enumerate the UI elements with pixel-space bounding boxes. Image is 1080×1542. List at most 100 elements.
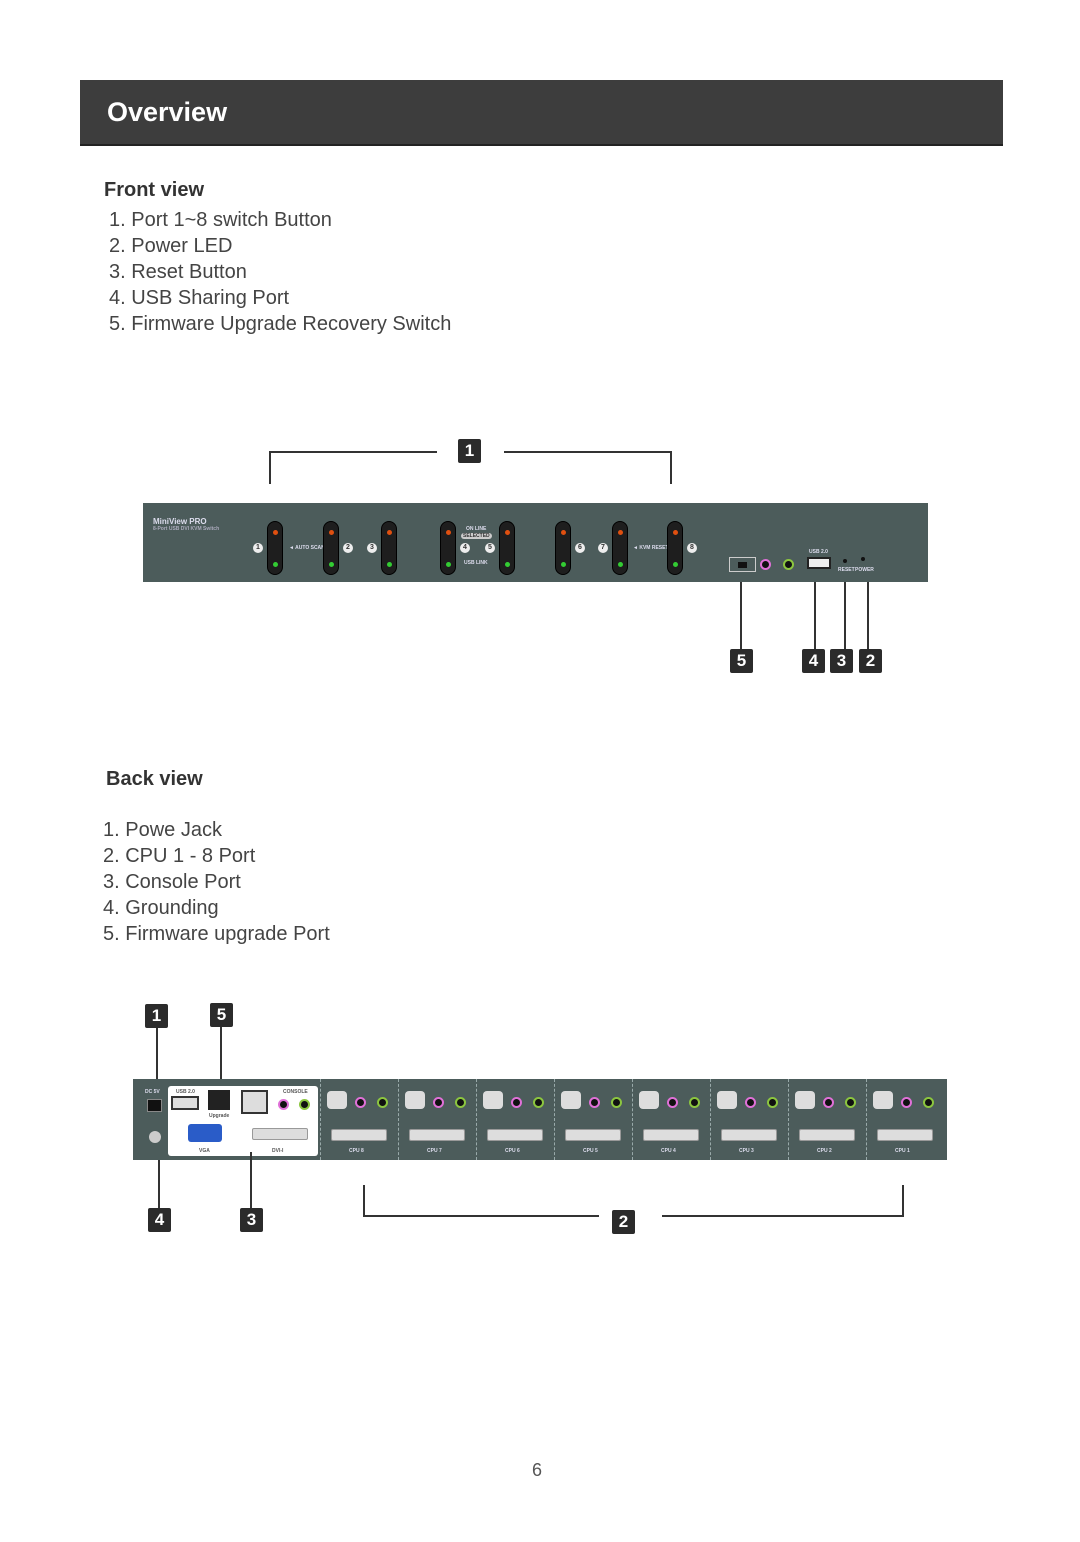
cpu-usb-port [483,1091,503,1109]
callout-5: 5 [210,1003,233,1027]
list-item: 5. Firmware Upgrade Recovery Switch [109,313,452,335]
dvi-label: DVI-I [272,1148,284,1154]
cpu-usb-port [561,1091,581,1109]
usb-led [387,562,392,567]
upgrade-label: Upgrade [209,1113,230,1119]
port-4-switch-button[interactable] [440,521,456,575]
cpu-port-section: CPU 4 [632,1079,710,1160]
speaker-jack [689,1097,700,1108]
port-7-switch-button[interactable] [612,521,628,575]
bracket-line [504,451,672,453]
callout-line [158,1160,160,1208]
callout-line [814,582,816,649]
list-item: 4. USB Sharing Port [109,287,290,309]
cpu-usb-port [327,1091,347,1109]
cpu-dvi-port [565,1129,621,1141]
port-number: 1 [253,543,263,553]
mic-jack [589,1097,600,1108]
usb-led [329,562,334,567]
back-view-heading: Back view [106,768,203,790]
console-section: USB 2.0 Upgrade CONSOLE VGA DVI-I [168,1086,318,1156]
speaker-jack [767,1097,778,1108]
cpu-usb-port [717,1091,737,1109]
power-label: POWER [855,567,874,573]
section-header: Overview [80,80,1003,146]
speaker-jack [455,1097,466,1108]
mic-jack [433,1097,444,1108]
usb-link-label: USB LINK [464,560,488,566]
model-label: 8-Port USB DVI KVM Switch [153,526,220,532]
list-item: 3. Reset Button [109,261,247,283]
callout-1: 1 [145,1004,168,1028]
callout-line [220,1027,222,1087]
port-1-switch-button[interactable] [267,521,283,575]
bracket-line [670,451,672,484]
usb-led [446,562,451,567]
port-8-switch-button[interactable] [667,521,683,575]
cpu-port-section: CPU 6 [476,1079,554,1160]
list-item: 2. Power LED [109,235,233,257]
cpu-label: CPU 8 [349,1148,364,1154]
cpu-dvi-port [721,1129,777,1141]
port-number: 2 [343,543,353,553]
speaker-jack [845,1097,856,1108]
callout-3: 3 [240,1208,263,1232]
cpu-port-section: CPU 5 [554,1079,632,1160]
dc-label: DC 5V [145,1089,160,1095]
cpu-usb-port [873,1091,893,1109]
online-led [446,530,451,535]
mic-jack [355,1097,366,1108]
callout-5: 5 [730,649,753,673]
usb-label: USB 2.0 [176,1089,195,1095]
vga-port [188,1124,222,1142]
section-title: Overview [107,97,228,127]
cpu-dvi-port [331,1129,387,1141]
online-label: ON LINE [466,526,487,532]
port-number: 5 [485,543,495,553]
selected-label: SELECTED [461,533,492,539]
callout-line [156,1028,158,1080]
mic-jack [278,1099,289,1110]
speaker-jack [533,1097,544,1108]
cpu-port-section: CPU 8 [320,1079,398,1160]
page-number: 6 [532,1460,543,1480]
online-led [273,530,278,535]
grounding-screw [149,1131,161,1143]
bracket-line [902,1185,904,1217]
callout-3: 3 [830,649,853,673]
list-item: 5. Firmware upgrade Port [103,923,330,945]
brand-logo: MiniView PRO [153,517,207,526]
list-item: 3. Console Port [103,871,241,893]
cpu-dvi-port [877,1129,933,1141]
speaker-jack [299,1099,310,1110]
speaker-jack [783,559,794,570]
mic-jack [760,559,771,570]
port-5-switch-button[interactable] [499,521,515,575]
cpu-label: CPU 5 [583,1148,598,1154]
port-6-switch-button[interactable] [555,521,571,575]
list-item: 2. CPU 1 - 8 Port [103,845,256,867]
cpu-dvi-port [643,1129,699,1141]
list-item: 1. Port 1~8 switch Button [109,209,332,231]
usb-sharing-port [807,557,831,569]
dvi-port [252,1128,308,1140]
usb-led [505,562,510,567]
usb-led [273,562,278,567]
cpu-usb-port [795,1091,815,1109]
usb-led [561,562,566,567]
online-led [561,530,566,535]
bracket-line [269,451,271,484]
bracket-line [363,1185,365,1217]
port-3-switch-button[interactable] [381,521,397,575]
fw-recovery-switch[interactable] [729,557,756,572]
port-2-switch-button[interactable] [323,521,339,575]
cpu-port-section: CPU 7 [398,1079,476,1160]
reset-button[interactable] [843,559,847,563]
power-jack [147,1099,162,1112]
online-led [387,530,392,535]
list-item: 1. Powe Jack [103,819,222,841]
mic-jack [745,1097,756,1108]
callout-2: 2 [612,1210,635,1234]
cpu-dvi-port [409,1129,465,1141]
callout-line [867,582,869,649]
